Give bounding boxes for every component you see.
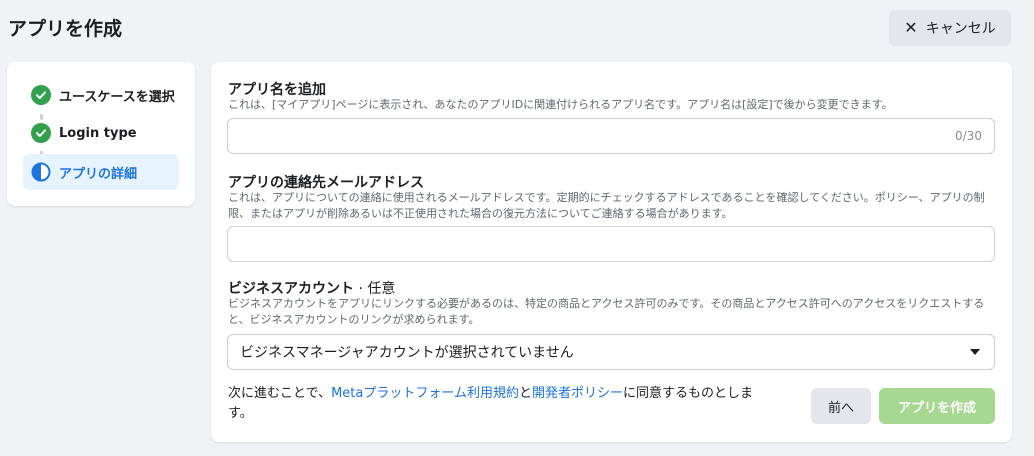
back-button[interactable]: 前へ: [811, 388, 871, 424]
char-counter: 0/30: [955, 129, 982, 143]
step-label: Login type: [59, 125, 137, 141]
app-name-input[interactable]: [228, 119, 994, 153]
create-app-button[interactable]: アプリを作成: [879, 388, 995, 424]
steps-panel: ユースケースを選択 Login type アプリの詳細: [7, 62, 195, 206]
business-account-description: ビジネスアカウントをアプリにリンクする必要があるのは、特定の商品とアクセス許可の…: [228, 297, 985, 326]
terms-notice: 次に進むことで、Metaプラットフォーム利用規約と開発者ポリシーに同意するものと…: [228, 384, 768, 424]
contact-email-input[interactable]: [228, 227, 994, 261]
contact-email-description: これは、アプリについての連絡に使用されるメールアドレスです。定期的にチェックする…: [228, 191, 985, 220]
cancel-button-label: キャンセル: [925, 21, 996, 37]
terms-prefix: 次に進むことで、: [228, 386, 332, 401]
contact-email-field[interactable]: [227, 226, 995, 262]
page-title: アプリを作成: [8, 18, 123, 40]
step-use-case[interactable]: ユースケースを選択: [23, 77, 179, 113]
close-icon: ✕: [904, 18, 918, 37]
app-name-field[interactable]: 0/30: [227, 118, 995, 154]
developer-policy-link[interactable]: 開発者ポリシー: [532, 386, 623, 401]
app-name-description: これは、[マイアプリ]ページに表示され、あなたのアプリIDに関連付けられるアプリ…: [228, 98, 893, 111]
step-label: アプリの詳細: [59, 166, 138, 182]
business-account-select[interactable]: ビジネスマネージャアカウントが選択されていません: [227, 334, 995, 370]
optional-tag: · 任意: [354, 281, 396, 297]
platform-terms-link[interactable]: Metaプラットフォーム利用規約: [331, 386, 519, 401]
half-circle-progress-icon: [31, 162, 51, 182]
cancel-button[interactable]: ✕ キャンセル: [889, 10, 1011, 46]
check-circle-icon: [31, 85, 51, 105]
app-name-label: アプリ名を追加: [228, 82, 326, 98]
contact-email-label: アプリの連絡先メールアドレス: [228, 175, 424, 191]
terms-mid: と: [518, 386, 532, 401]
business-account-label-text: ビジネスアカウント: [228, 281, 354, 297]
step-label: ユースケースを選択: [59, 89, 175, 105]
business-account-selected: ビジネスマネージャアカウントが選択されていません: [240, 345, 574, 361]
app-details-form: アプリ名を追加 これは、[マイアプリ]ページに表示され、あなたのアプリIDに関連…: [211, 62, 1012, 442]
step-app-details[interactable]: アプリの詳細: [23, 154, 179, 190]
business-account-label: ビジネスアカウント · 任意: [228, 278, 395, 298]
check-circle-icon: [31, 123, 51, 143]
step-login-type[interactable]: Login type: [23, 115, 179, 151]
caret-down-icon: [970, 349, 980, 355]
